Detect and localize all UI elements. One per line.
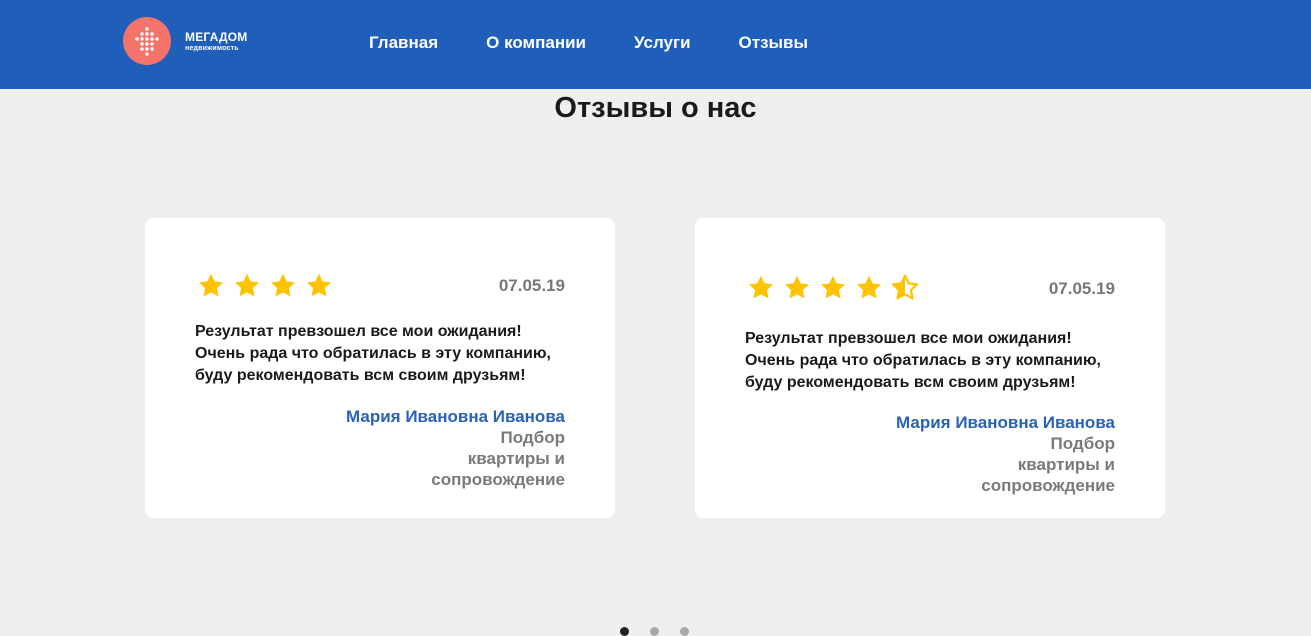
carousel-dots [620, 627, 710, 636]
logo-text: МЕГАДОМ недвижимость [185, 31, 247, 52]
review-author-block: Мария Ивановна Иванова Подбор квартиры и… [265, 406, 565, 490]
review-card: 07.05.19 Результат превзошел все мои ожи… [695, 218, 1165, 518]
review-text-line: Очень рада что обратилась в эту компанию… [195, 345, 551, 362]
review-date: 07.05.19 [498, 276, 565, 295]
review-text-line: буду рекомендовать всм своим друзьям! [745, 374, 1076, 391]
main-nav: Главная О компании Услуги Отзывы [369, 0, 856, 89]
rating-stars [196, 271, 340, 301]
review-service: Подбор квартиры и сопровождение [431, 428, 565, 489]
star-icon [271, 273, 295, 297]
carousel-dot[interactable] [650, 627, 659, 636]
logo-subtitle: недвижимость [185, 44, 239, 52]
review-text-line: Результат превзошел все мои ожидания! [745, 330, 1072, 347]
half-star-icon [891, 274, 919, 300]
nav-services[interactable]: Услуги [634, 33, 691, 57]
review-author-block: Мария Ивановна Иванова Подбор квартиры и… [815, 412, 1115, 496]
page-title: Отзывы о нас [554, 92, 757, 124]
star-icon [857, 275, 881, 299]
star-icon [199, 273, 223, 297]
review-date: 07.05.19 [1048, 279, 1115, 298]
star-icon [785, 275, 809, 299]
logo[interactable]: МЕГАДОМ недвижимость [123, 17, 273, 65]
review-text-line: Очень рада что обратилась в эту компанию… [745, 352, 1101, 369]
review-author: Мария Ивановна Иванова [346, 407, 565, 426]
site-header: МЕГАДОМ недвижимость Главная О компании … [0, 0, 1311, 89]
nav-about[interactable]: О компании [486, 33, 586, 57]
nav-reviews[interactable]: Отзывы [739, 33, 809, 57]
carousel-dot[interactable] [620, 627, 629, 636]
carousel-dot[interactable] [680, 627, 689, 636]
review-text-line: буду рекомендовать всм своим друзьям! [195, 367, 526, 384]
logo-dots-icon [123, 17, 171, 65]
star-icon [821, 275, 845, 299]
logo-name: МЕГАДОМ [185, 29, 248, 44]
review-text: Результат превзошел все мои ожидания! Оч… [195, 321, 575, 387]
star-icon [235, 273, 259, 297]
star-icon [307, 273, 331, 297]
review-card: 07.05.19 Результат превзошел все мои ожи… [145, 218, 615, 518]
nav-home[interactable]: Главная [369, 33, 438, 57]
review-text-line: Результат превзошел все мои ожидания! [195, 323, 522, 340]
star-icon [749, 275, 773, 299]
review-author: Мария Ивановна Иванова [896, 413, 1115, 432]
review-text: Результат превзошел все мои ожидания! Оч… [745, 328, 1125, 394]
review-service: Подбор квартиры и сопровождение [981, 434, 1115, 495]
rating-stars [746, 273, 926, 303]
